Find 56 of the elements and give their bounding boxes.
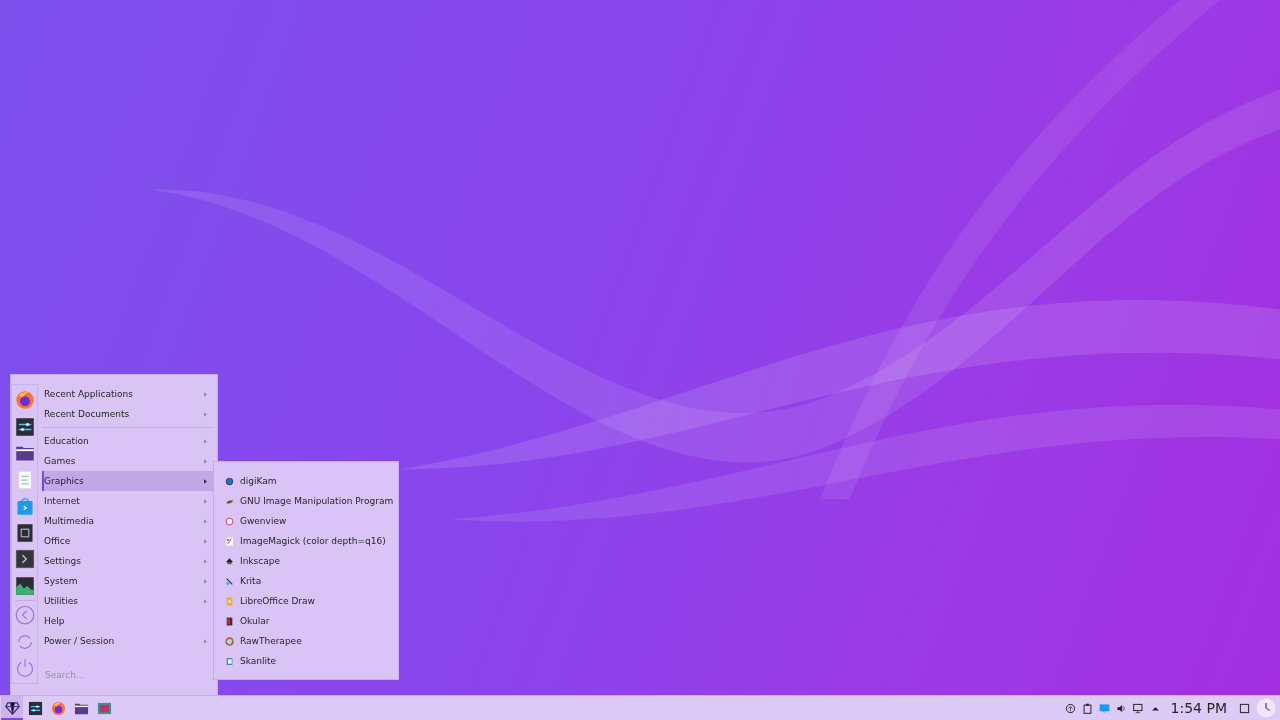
menu-item[interactable]: Utilities — [42, 591, 217, 611]
submenu-arrow-icon — [202, 457, 209, 465]
page-icon — [225, 616, 234, 626]
clock-face-icon[interactable] — [1256, 698, 1276, 718]
clipboard-icon[interactable] — [1081, 702, 1093, 714]
menu-item[interactable]: Recent Documents — [42, 404, 217, 424]
menu-item[interactable]: Settings — [42, 551, 217, 571]
show-desktop-icon[interactable] — [1239, 702, 1250, 714]
submenu-item[interactable]: ImageMagick (color depth=q16) — [214, 531, 398, 551]
menu-item[interactable]: Games — [42, 451, 217, 471]
menu-item[interactable]: System — [42, 571, 217, 591]
menu-item[interactable]: Power / Session — [42, 631, 217, 651]
submenu-arrow-icon — [202, 597, 209, 605]
browser-icon[interactable] — [50, 700, 66, 716]
update-icon[interactable] — [1064, 702, 1076, 714]
brush-icon — [225, 576, 234, 586]
browser-icon[interactable] — [14, 390, 35, 411]
submenu-item[interactable]: GNU Image Manipulation Program — [214, 491, 398, 511]
submenu-item[interactable]: RawTherapee — [214, 631, 398, 651]
submenu-arrow-icon — [202, 390, 209, 398]
submenu-item[interactable]: LibreOffice Draw — [214, 591, 398, 611]
network-icon[interactable] — [1132, 702, 1144, 714]
sliders-icon[interactable] — [14, 416, 35, 437]
search-field[interactable]: Search... — [42, 670, 198, 680]
submenu-arrow-icon — [202, 410, 209, 418]
menu-item[interactable]: Recent Applications — [42, 384, 217, 404]
submenu-arrow-icon — [202, 437, 209, 445]
submenu-arrow-icon — [202, 477, 209, 485]
menu-item[interactable]: Education — [42, 431, 217, 451]
submenu-arrow-icon — [202, 637, 209, 645]
menu-item[interactable]: Office — [42, 531, 217, 551]
submenu-item[interactable]: Gwenview — [214, 511, 398, 531]
submenu-item[interactable]: Inkscape — [214, 551, 398, 571]
wand-icon — [225, 536, 234, 546]
gem-icon — [4, 699, 20, 715]
color-wheel-icon — [225, 636, 234, 646]
submenu-arrow-icon — [202, 577, 209, 585]
menu-item[interactable]: Internet — [42, 491, 217, 511]
clock[interactable]: 1:54 PM — [1170, 700, 1227, 716]
terminal-icon[interactable] — [14, 549, 35, 570]
submenu-arrow-icon — [202, 497, 209, 505]
submenu-arrow-icon — [202, 517, 209, 525]
launcher-button[interactable] — [1, 696, 23, 720]
submenu-arrow-icon — [202, 557, 209, 565]
lens-icon — [225, 476, 234, 486]
submenu-item[interactable]: digiKam — [214, 471, 398, 491]
image-viewer-icon[interactable] — [96, 700, 112, 716]
menu-item[interactable]: Help — [42, 611, 217, 631]
system-monitor-icon[interactable] — [14, 575, 35, 596]
submenu-item[interactable]: Skanlite — [214, 651, 398, 671]
submenu-arrow-icon — [202, 537, 209, 545]
submenu-item[interactable]: Krita — [214, 571, 398, 591]
menu-item[interactable]: Multimedia — [42, 511, 217, 531]
submenu-item[interactable]: Okular — [214, 611, 398, 631]
sliders-icon[interactable] — [27, 700, 43, 716]
page-icon — [225, 596, 234, 606]
